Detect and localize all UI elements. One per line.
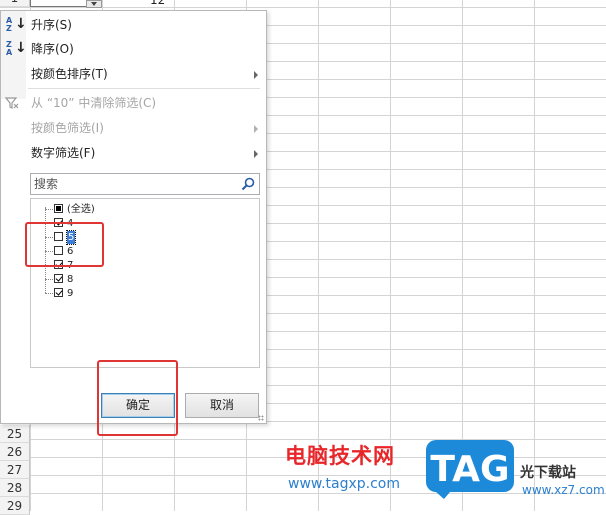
search-box[interactable] (30, 173, 260, 195)
search-input[interactable] (33, 175, 234, 193)
menu-item-label: 数字筛选(F) (31, 146, 96, 160)
tag-logo: TAG (426, 440, 514, 499)
menu-item-sort-ascending[interactable]: A Z ↓ 升序(S) (1, 13, 266, 37)
row-header-27[interactable]: 27 (0, 461, 30, 479)
svg-text:TAG: TAG (430, 449, 509, 490)
row-number: 25 (6, 427, 23, 441)
list-item-label: 9 (67, 288, 74, 299)
submenu-arrow-icon (254, 125, 258, 133)
sort-ascending-icon: A Z ↓ (6, 16, 27, 33)
menu-item-label: 降序(O) (31, 42, 74, 56)
row-number: 1 (11, 0, 19, 5)
cell-value: 12 (150, 0, 166, 7)
row-header-29[interactable]: 29 (0, 497, 30, 515)
menu-item-sort-by-color[interactable]: 按颜色排序(T) (1, 62, 266, 86)
row-header-25[interactable]: 25 (0, 425, 30, 443)
menu-item-label: 按颜色筛选(I) (31, 121, 104, 135)
row-header-1[interactable]: 1 (0, 0, 30, 7)
sort-descending-icon: Z A ↓ (6, 40, 27, 57)
row-number: 26 (6, 445, 23, 459)
highlight-box-unchecked-items (25, 222, 104, 267)
highlight-box-ok-button (97, 360, 178, 436)
menu-item-sort-descending[interactable]: Z A ↓ 降序(O) (1, 37, 266, 61)
row-header-26[interactable]: 26 (0, 443, 30, 461)
watermark-brand: 电脑技术网 (285, 444, 395, 468)
menu-item-label: 按颜色排序(T) (31, 67, 108, 81)
row-header-28[interactable]: 28 (0, 479, 30, 497)
menu-item-filter-by-color[interactable]: 按颜色筛选(I) (1, 116, 266, 140)
checkbox[interactable] (54, 204, 63, 213)
list-item-label: (全选) (67, 204, 95, 215)
menu-item-number-filters[interactable]: 数字筛选(F) (1, 141, 266, 165)
resize-grip-icon[interactable] (258, 415, 264, 421)
cancel-button[interactable]: 取消 (185, 393, 259, 418)
menu-item-label: 升序(S) (31, 18, 72, 32)
filter-dropdown-button[interactable] (86, 0, 102, 8)
watermark-url: www.tagxp.com (288, 476, 400, 492)
list-item-select-all[interactable]: (全选) (45, 203, 225, 216)
submenu-arrow-icon (254, 71, 258, 79)
checkbox[interactable] (54, 274, 63, 283)
watermark-site-url: www.xz7.com (522, 483, 605, 497)
list-item[interactable]: 9 (45, 287, 225, 300)
checkbox[interactable] (54, 288, 63, 297)
list-item[interactable]: 8 (45, 273, 225, 286)
clear-filter-icon (5, 97, 19, 109)
search-icon[interactable] (240, 176, 256, 192)
watermark-site-name: 光下载站 (520, 465, 576, 481)
menu-separator (28, 88, 260, 89)
list-item-label: 8 (67, 274, 74, 285)
submenu-arrow-icon (254, 150, 258, 158)
row-number: 28 (6, 481, 23, 495)
row-number: 27 (6, 463, 23, 477)
menu-item-label: 从 “10” 中清除筛选(C) (31, 96, 157, 110)
menu-item-clear-filter[interactable]: 从 “10” 中清除筛选(C) (1, 91, 266, 115)
